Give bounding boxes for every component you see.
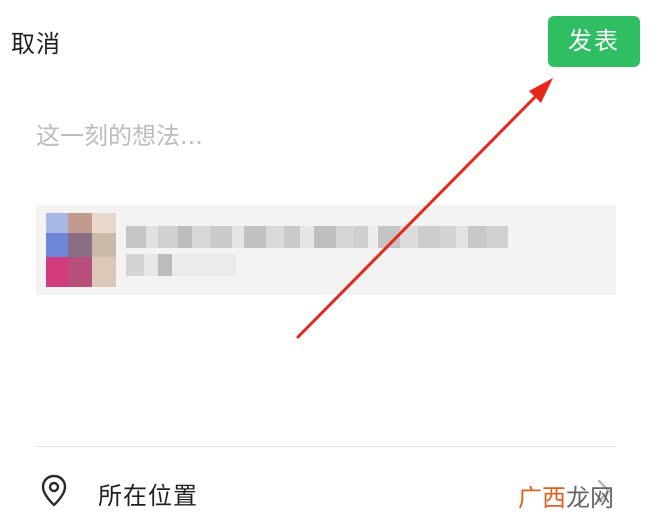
top-bar: 取消 发表 — [0, 0, 650, 84]
blurred-link-subtitle — [126, 254, 236, 276]
shared-link-card[interactable] — [36, 205, 616, 295]
divider — [36, 446, 616, 447]
link-thumbnail — [46, 213, 116, 287]
watermark-part-2: 龙网 — [566, 484, 614, 512]
blurred-link-title — [126, 226, 508, 248]
watermark: 广西龙网 — [518, 478, 614, 513]
location-label: 所在位置 — [98, 482, 198, 510]
post-button[interactable]: 发表 — [548, 16, 640, 67]
thought-input[interactable] — [36, 116, 596, 156]
location-pin-icon — [40, 474, 68, 508]
cancel-button[interactable]: 取消 — [11, 24, 61, 59]
watermark-part-1: 广西 — [518, 484, 566, 512]
